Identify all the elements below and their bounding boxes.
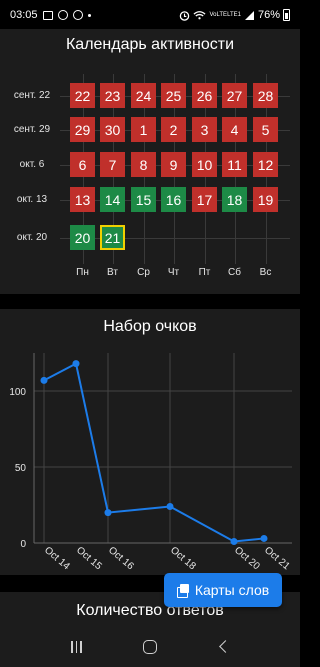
points-series-line [43,362,265,543]
calendar-day[interactable]: 12 [253,152,278,177]
y-tick-label: 50 [15,463,27,474]
recents-icon [71,640,82,653]
calendar-day[interactable]: 10 [192,152,217,177]
word-cards-button[interactable]: Карты слов [164,573,282,607]
x-tick-label: Oct 20 [232,545,262,573]
calendar-day[interactable]: 25 [161,83,186,108]
x-tick-label: Oct 18 [168,545,198,573]
weekday-label: Сб [228,267,241,278]
calendar-day-today[interactable]: 21 [100,225,125,250]
gallery-icon [42,10,53,20]
calendar-day[interactable]: 17 [192,187,217,212]
calendar-day[interactable]: 1 [131,117,156,142]
app-screen: 03:05 VoLTE LTE1 76% Календарь активности… [0,0,300,667]
word-cards-button-label: Карты слов [194,582,270,598]
recents-button[interactable] [57,632,97,662]
weekday-label: Чт [167,267,180,278]
calendar-day[interactable]: 20 [70,225,95,250]
weekday-label: Пн [76,267,89,278]
calendar-day[interactable]: 28 [253,83,278,108]
x-tick-label: Oct 14 [42,545,72,573]
status-time: 03:05 [10,9,38,21]
home-icon [142,639,157,654]
notification-dot-icon [87,13,91,17]
calendar-day[interactable]: 22 [70,83,95,108]
data-point [230,537,238,545]
x-tick-label: Oct 15 [74,545,104,573]
calendar-week-label: окт. 13 [16,194,48,205]
dnd-icon [57,10,68,20]
x-tick-label: Oct 21 [262,545,292,573]
calendar-day[interactable]: 7 [100,152,125,177]
battery-icon [283,9,290,21]
calendar-week-label: окт. 20 [16,232,48,243]
calendar-week-label: окт. 6 [19,159,45,170]
activity-calendar-card: Календарь активности сент. 22 22 23 24 25 26 2… [0,29,300,294]
calendar-day[interactable]: 27 [222,83,247,108]
calendar-day[interactable]: 8 [131,152,156,177]
x-tick-label: Oct 16 [106,545,136,573]
wifi-icon [193,10,206,20]
calendar-day[interactable]: 11 [222,152,247,177]
weekday-label: Пт [198,267,211,278]
calendar-day[interactable]: 6 [70,152,95,177]
calendar-day[interactable]: 29 [70,117,95,142]
points-chart-title: Набор очков [103,318,197,335]
calendar-day[interactable]: 16 [161,187,186,212]
data-point [260,534,268,542]
data-point [104,509,112,517]
back-button[interactable] [203,632,243,662]
calendar-day[interactable]: 30 [100,117,125,142]
calendar-day[interactable]: 4 [222,117,247,142]
calendar-week-label: сент. 22 [13,90,51,101]
back-icon [218,640,232,653]
calendar-week-label: сент. 29 [13,124,51,135]
data-point [40,376,48,384]
calendar-day[interactable]: 23 [100,83,125,108]
calendar-day[interactable]: 13 [70,187,95,212]
home-button[interactable] [130,632,170,662]
sync-icon [72,10,83,20]
weekday-label: Вт [107,267,118,278]
volte-indicator: VoLTE LTE1 [209,12,241,18]
calendar-day[interactable]: 15 [131,187,156,212]
calendar-day[interactable]: 5 [253,117,278,142]
calendar-day[interactable]: 3 [192,117,217,142]
points-line-chart: 0 50 100 Oct 14 Oct 15 Oct 16 Oct 18 Oct 20 Oct … [9,353,292,573]
y-tick-label: 0 [20,539,26,550]
calendar-day[interactable]: 19 [253,187,278,212]
signal-icon [244,10,255,21]
points-chart-card: Набор очков 0 50 100 Oct 14 Oct 15 Oct 16 Oct … [0,309,300,575]
battery-percent: 76% [257,9,280,21]
y-tick-label: 100 [9,387,26,398]
alarm-icon [179,10,190,21]
calendar-day[interactable]: 18 [222,187,247,212]
activity-calendar-title: Календарь активности [65,36,235,53]
calendar-day[interactable]: 26 [192,83,217,108]
calendar-day[interactable]: 9 [161,152,186,177]
weekday-label: Ср [137,267,150,278]
calendar-day[interactable]: 24 [131,83,156,108]
status-bar: 03:05 VoLTE LTE1 76% [0,0,300,30]
system-nav-bar [0,626,300,667]
calendar-day[interactable]: 14 [100,187,125,212]
data-point [166,503,174,511]
data-point [72,360,80,368]
calendar-day[interactable]: 2 [161,117,186,142]
weekday-label: Вс [259,267,272,278]
cards-icon [176,583,190,598]
